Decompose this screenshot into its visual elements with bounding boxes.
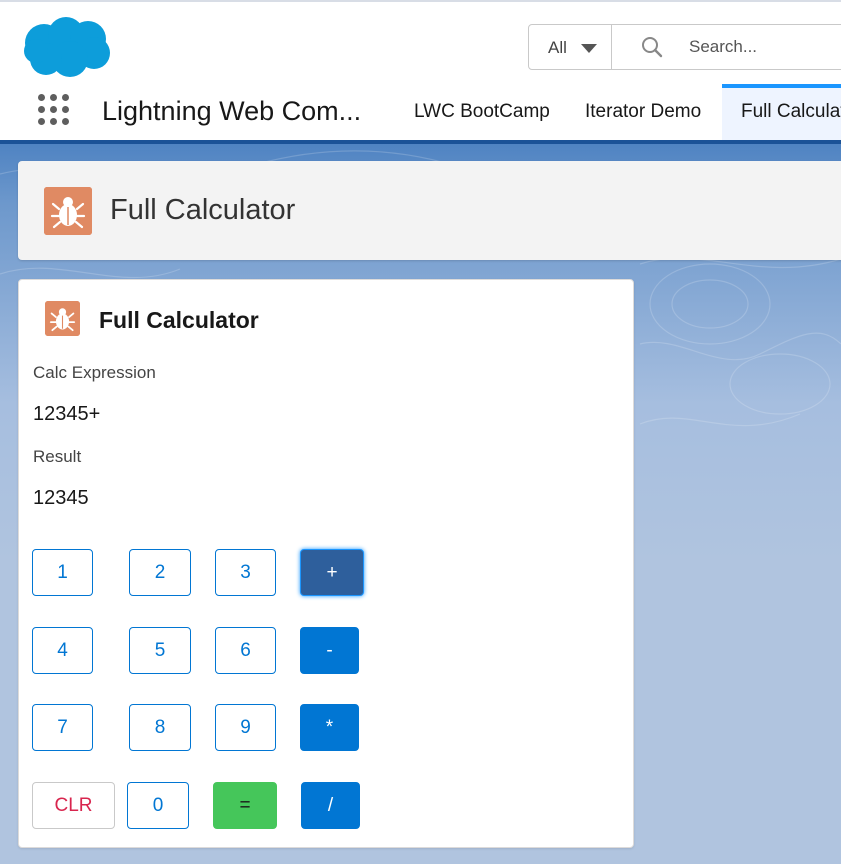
key-5-button[interactable]: 5 <box>129 627 191 674</box>
calc-expression-label: Calc Expression <box>33 363 156 382</box>
key-6-button[interactable]: 6 <box>215 627 276 674</box>
key-4-button[interactable]: 4 <box>32 627 93 674</box>
key-7-button[interactable]: 7 <box>32 704 93 751</box>
key-multiply-button[interactable]: * <box>300 704 359 751</box>
tab-full-calculator[interactable]: Full Calculator <box>722 84 841 140</box>
page-title: Full Calculator <box>110 194 296 226</box>
tab-lwc-bootcamp[interactable]: LWC BootCamp <box>414 84 550 140</box>
global-header: All <box>0 0 841 84</box>
key-8-button[interactable]: 8 <box>129 704 191 751</box>
tab-iterator-demo[interactable]: Iterator Demo <box>585 84 701 140</box>
result-label: Result <box>33 447 82 466</box>
search-scope-dropdown[interactable]: All <box>529 25 612 69</box>
global-search: All <box>528 24 841 70</box>
calculator-card: Full Calculator Calc Expression 12345+ R… <box>18 279 634 848</box>
card-title: Full Calculator <box>99 307 259 333</box>
bug-icon <box>44 187 92 235</box>
bug-icon <box>45 301 80 336</box>
search-scope-label: All <box>548 38 567 57</box>
key-2-button[interactable]: 2 <box>129 549 191 596</box>
key-divide-button[interactable]: / <box>301 782 360 829</box>
salesforce-cloud-logo[interactable] <box>22 15 112 79</box>
calc-expression-value: 12345+ <box>33 403 101 425</box>
chevron-down-icon <box>581 44 597 53</box>
key-3-button[interactable]: 3 <box>215 549 276 596</box>
search-icon <box>642 37 663 58</box>
search-input[interactable] <box>689 33 841 61</box>
app-launcher-icon[interactable] <box>38 94 70 126</box>
key-0-button[interactable]: 0 <box>127 782 189 829</box>
result-value: 12345 <box>33 487 89 509</box>
equals-button[interactable]: = <box>213 782 277 829</box>
key-9-button[interactable]: 9 <box>215 704 276 751</box>
app-name: Lightning Web Com... <box>102 96 362 126</box>
page-header: Full Calculator <box>18 161 841 260</box>
key-plus-button[interactable]: + <box>300 549 364 596</box>
key-1-button[interactable]: 1 <box>32 549 93 596</box>
clear-button[interactable]: CLR <box>32 782 115 829</box>
key-minus-button[interactable]: - <box>300 627 359 674</box>
app-navigation-bar: Lightning Web Com... LWC BootCamp Iterat… <box>0 84 841 144</box>
